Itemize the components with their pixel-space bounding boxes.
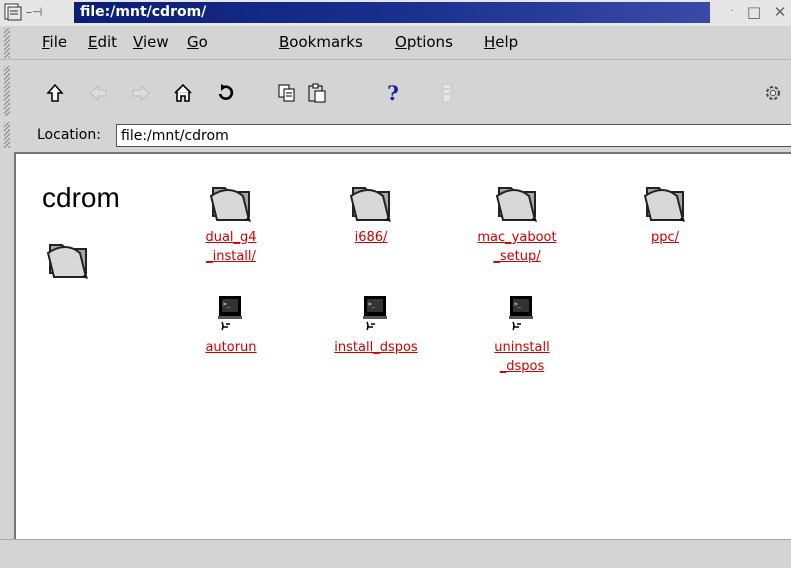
folder-label[interactable]: mac_yaboot _setup/	[462, 228, 572, 266]
pin-icon[interactable]: –⊣	[26, 3, 42, 21]
menu-edit[interactable]: Edit	[88, 26, 117, 59]
window-title: file:/mnt/cdrom/	[74, 2, 710, 23]
script-label[interactable]: autorun	[186, 338, 276, 357]
script-item-autorun[interactable]: >_ autorun	[186, 294, 276, 357]
title-bar: –⊣ file:/mnt/cdrom/ · □ ✕	[0, 0, 791, 26]
directory-heading: cdrom	[42, 182, 120, 213]
app-icon[interactable]	[4, 3, 22, 21]
folder-icon	[643, 187, 685, 222]
stop-icon[interactable]	[437, 82, 459, 104]
folder-label[interactable]: i686/	[326, 228, 416, 247]
current-folder-icon	[43, 233, 93, 285]
terminal-icon: >_	[218, 296, 242, 331]
folder-label[interactable]: ppc/	[620, 228, 710, 247]
menu-file[interactable]: File	[42, 26, 67, 59]
script-label[interactable]: install_dspos	[316, 338, 436, 357]
script-label[interactable]: uninstall _dspos	[472, 338, 572, 376]
folder-item-dual-g4-install[interactable]: dual_g4 _install/	[186, 176, 276, 266]
maximize-icon[interactable]: □	[744, 3, 764, 21]
folder-icon	[495, 187, 537, 222]
menu-bar: File Edit View Go Bookmarks Options Help	[0, 26, 791, 60]
folder-icon	[349, 187, 391, 222]
home-icon[interactable]	[172, 82, 194, 104]
svg-text:>_: >_	[514, 301, 522, 308]
svg-text:>_: >_	[368, 301, 376, 308]
close-icon[interactable]: ✕	[770, 3, 790, 21]
location-bar: Location:	[0, 120, 791, 150]
paste-icon[interactable]	[306, 82, 328, 104]
svg-text:>_: >_	[223, 301, 231, 308]
folder-label[interactable]: dual_g4 _install/	[186, 228, 276, 266]
menu-view[interactable]: View	[133, 26, 169, 59]
up-arrow-icon[interactable]	[44, 82, 66, 104]
folder-item-ppc[interactable]: ppc/	[620, 176, 710, 247]
folder-item-mac-yaboot-setup[interactable]: mac_yaboot _setup/	[462, 176, 572, 266]
reload-icon[interactable]	[215, 82, 237, 104]
location-label: Location:	[37, 127, 101, 143]
copy-icon[interactable]	[276, 82, 298, 104]
minimize-icon[interactable]: ·	[722, 3, 742, 21]
terminal-icon: >_	[509, 296, 533, 331]
gear-icon	[760, 82, 786, 104]
back-arrow-icon[interactable]	[87, 82, 109, 104]
menu-bookmarks[interactable]: Bookmarks	[279, 26, 363, 59]
terminal-icon: >_	[363, 296, 387, 331]
menu-go[interactable]: Go	[187, 26, 208, 59]
script-item-uninstall-dspos[interactable]: >_ uninstall _dspos	[472, 294, 572, 376]
status-bar	[0, 539, 791, 568]
script-item-install-dspos[interactable]: >_ install_dspos	[316, 294, 436, 357]
help-icon[interactable]: ?	[382, 82, 404, 104]
folder-item-i686[interactable]: i686/	[326, 176, 416, 247]
menu-help[interactable]: Help	[484, 26, 518, 59]
folder-icon	[209, 187, 251, 222]
forward-arrow-icon[interactable]	[130, 82, 152, 104]
location-input[interactable]	[116, 124, 791, 147]
menu-options[interactable]: Options	[395, 26, 453, 59]
